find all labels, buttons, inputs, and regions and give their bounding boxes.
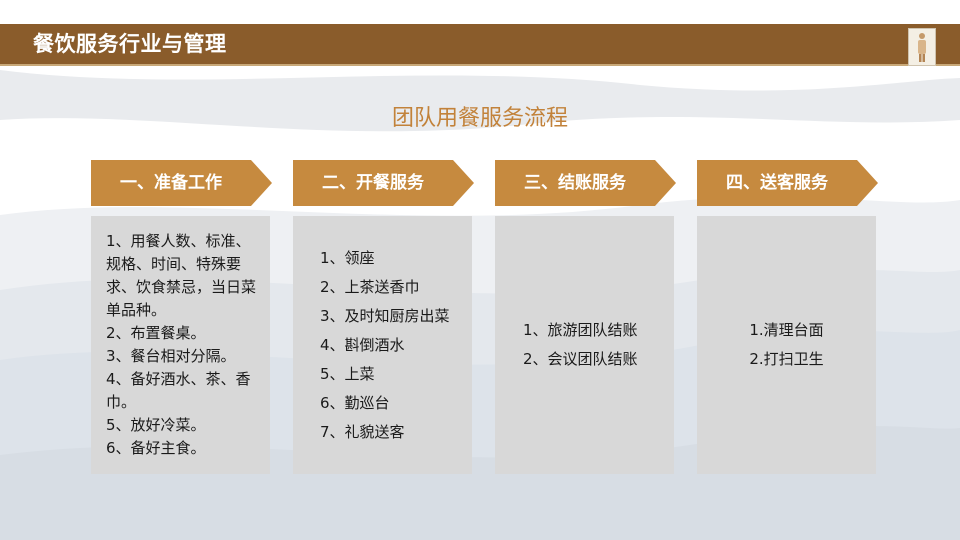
header-title: 餐饮服务行业与管理 <box>33 32 227 56</box>
step-box-farewell: 1.清理台面 2.打扫卫生 <box>697 216 876 474</box>
list-item: 2、布置餐桌。 <box>106 324 206 342</box>
step-box-prepare: 1、用餐人数、标准、规格、时间、特殊要求、饮食禁忌，当日菜单品种。 2、布置餐桌… <box>91 216 270 474</box>
list-item: 7、礼貌送客 <box>320 422 405 441</box>
list-item: 5、上菜 <box>320 364 375 383</box>
step-list: 1、用餐人数、标准、规格、时间、特殊要求、饮食禁忌，当日菜单品种。 2、布置餐桌… <box>91 230 270 460</box>
step-list: 1.清理台面 2.打扫卫生 <box>749 316 823 374</box>
step-label: 三、结账服务 <box>524 173 626 193</box>
list-item: 3、及时知厨房出菜 <box>320 306 450 325</box>
list-item: 2、会议团队结账 <box>523 350 638 368</box>
step-label: 四、送客服务 <box>726 173 828 193</box>
header-bar: 餐饮服务行业与管理 <box>0 24 960 64</box>
list-item: 6、勤巡台 <box>320 393 390 412</box>
step-list: 1、领座 2、上茶送香巾 3、及时知厨房出菜 4、斟倒酒水 5、上菜 6、勤巡台… <box>293 244 450 447</box>
step-box-checkout: 1、旅游团队结账 2、会议团队结账 <box>495 216 674 474</box>
step-list: 1、旅游团队结账 2、会议团队结账 <box>495 316 638 374</box>
list-item: 5、放好冷菜。 <box>106 416 206 434</box>
header-underline <box>0 64 960 66</box>
list-item: 6、备好主食。 <box>106 439 206 457</box>
list-item: 1、领座 <box>320 248 375 267</box>
list-item: 1、用餐人数、标准、规格、时间、特殊要求、饮食禁忌，当日菜单品种。 <box>106 232 257 319</box>
slide-title: 团队用餐服务流程 <box>391 106 568 131</box>
step-box-serve: 1、领座 2、上茶送香巾 3、及时知厨房出菜 4、斟倒酒水 5、上菜 6、勤巡台… <box>293 216 472 474</box>
step-header-prepare: 一、准备工作 <box>91 160 272 206</box>
list-item: 1.清理台面 <box>749 321 824 339</box>
step-header-checkout: 三、结账服务 <box>495 160 676 206</box>
person-icon <box>918 33 926 62</box>
list-item: 1、旅游团队结账 <box>523 321 638 339</box>
step-label: 二、开餐服务 <box>322 173 424 193</box>
step-header-farewell: 四、送客服务 <box>697 160 878 206</box>
top-strip <box>0 0 960 24</box>
list-item: 3、餐台相对分隔。 <box>106 347 236 365</box>
header-thumbnail-image <box>908 28 936 66</box>
list-item: 4、备好酒水、茶、香巾。 <box>106 370 251 411</box>
list-item: 2.打扫卫生 <box>749 350 824 368</box>
step-header-serve: 二、开餐服务 <box>293 160 474 206</box>
step-label: 一、准备工作 <box>120 173 222 193</box>
list-item: 2、上茶送香巾 <box>320 277 420 296</box>
list-item: 4、斟倒酒水 <box>320 335 405 354</box>
